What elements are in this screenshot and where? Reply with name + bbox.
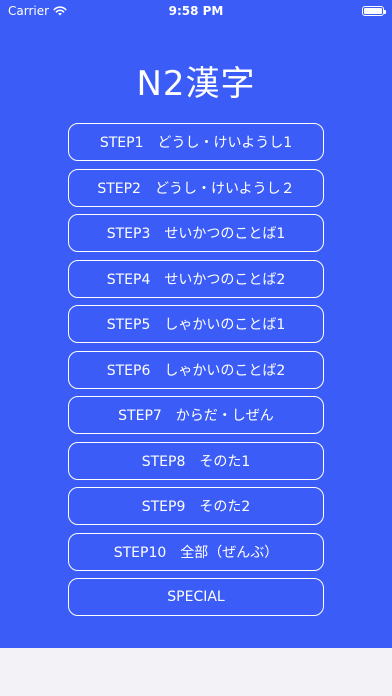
carrier-label: Carrier: [8, 4, 50, 18]
status-bar: Carrier 9:58 PM: [0, 0, 392, 22]
step10-button[interactable]: STEP10 全部（ぜんぶ）: [68, 532, 324, 571]
page-title: N2漢字: [136, 64, 256, 104]
step9-button[interactable]: STEP9 そのた2: [68, 487, 324, 525]
step5-button[interactable]: STEP5 しゃかいのことば1: [68, 305, 324, 343]
step8-button[interactable]: STEP8 そのた1: [68, 441, 324, 480]
step7-button[interactable]: STEP7 からだ・しぜん: [68, 396, 324, 434]
step1-button[interactable]: STEP1 どうし・けいようし1: [68, 123, 324, 161]
app-screen: Carrier 9:58 PM N2漢字 STEP1 どうし・けいようし1 ST…: [0, 0, 392, 648]
special-button[interactable]: SPECIAL: [68, 578, 324, 616]
step-list: STEP1 どうし・けいようし1 STEP2 どうし・けいようし２ STEP3 …: [68, 123, 324, 624]
wifi-icon: [53, 6, 67, 16]
step6-button[interactable]: STEP6 しゃかいのことば2: [68, 350, 324, 389]
status-left: Carrier: [8, 4, 67, 18]
step2-button[interactable]: STEP2 どうし・けいようし２: [68, 168, 324, 207]
battery-level: [364, 8, 382, 14]
step3-button[interactable]: STEP3 せいかつのことば1: [68, 214, 324, 252]
battery-icon: [362, 6, 386, 16]
step4-button[interactable]: STEP4 せいかつのことば2: [68, 259, 324, 298]
